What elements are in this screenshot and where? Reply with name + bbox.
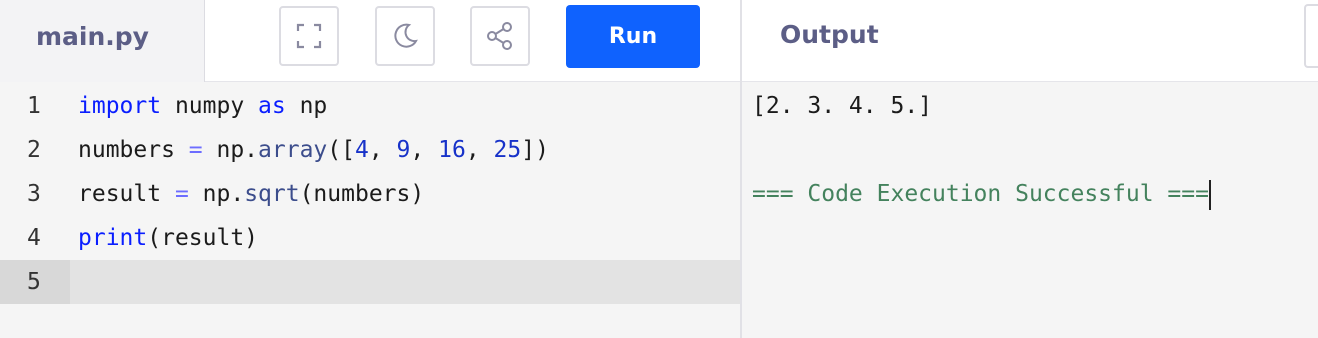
code-token: import (78, 93, 162, 119)
code-text: import numpy as np (78, 84, 327, 128)
code-token: = (188, 137, 203, 163)
code-token: sqrt (244, 181, 300, 207)
code-token: , (465, 137, 494, 163)
code-line[interactable]: 5 (0, 260, 740, 304)
code-token: 16 (438, 137, 466, 163)
code-token: ([ (327, 137, 355, 163)
code-token: 4 (354, 137, 369, 163)
editor-toolbar: main.py Run (0, 0, 740, 82)
fullscreen-button[interactable] (279, 6, 339, 66)
code-token: 25 (493, 137, 522, 163)
code-token: , (368, 137, 397, 163)
theme-toggle-button[interactable] (375, 6, 435, 66)
code-line[interactable]: 3 result = np.sqrt(numbers) (0, 172, 740, 216)
text-cursor (1208, 179, 1211, 210)
output-pane: Output [2. 3. 4. 5.] === Code Execution S… (740, 0, 1318, 338)
execution-status: === Code Execution Successful === (752, 172, 1211, 216)
code-token: as (258, 93, 286, 119)
share-button[interactable] (470, 6, 530, 66)
file-tab-main-py[interactable]: main.py (0, 0, 205, 82)
line-number: 1 (27, 93, 41, 119)
output-console: [2. 3. 4. 5.] === Code Execution Successf… (752, 84, 1211, 216)
code-token: , (410, 137, 439, 163)
share-icon (487, 22, 512, 50)
code-token: array (258, 137, 328, 163)
clear-button[interactable] (1304, 4, 1318, 68)
output-line: [2. 3. 4. 5.] (752, 84, 1211, 128)
code-token: numpy (161, 93, 259, 119)
code-token: = (174, 181, 189, 207)
output-text: [2. 3. 4. 5.] (752, 93, 933, 119)
output-header: Output (742, 0, 1318, 82)
code-text: print(result) (78, 216, 258, 260)
code-editor[interactable]: 1 import numpy as np 2 numbers = np.array([… (0, 84, 740, 304)
line-number: 4 (27, 225, 41, 251)
code-text: numbers = np.array([4, 9, 16, 25]) (78, 128, 549, 172)
code-line[interactable]: 2 numbers = np.array([4, 9, 16, 25]) (0, 128, 740, 172)
code-token: ]) (521, 137, 549, 163)
code-token: np (285, 93, 328, 119)
code-text: result = np.sqrt(numbers) (78, 172, 424, 216)
code-token: np. (188, 181, 245, 207)
fullscreen-icon (296, 23, 322, 49)
editor-pane: main.py Run 1 import numpy as np 2 numbers … (0, 0, 740, 338)
code-token: (result) (147, 225, 259, 251)
output-text: === Code Execution Successful === (752, 181, 1209, 207)
code-token: result (78, 181, 175, 207)
code-token: numbers (78, 137, 189, 163)
line-number: 3 (27, 181, 41, 207)
code-line[interactable]: 1 import numpy as np (0, 84, 740, 128)
line-number: 5 (0, 260, 70, 304)
code-token: 9 (396, 137, 411, 163)
code-token: print (78, 225, 148, 251)
code-token: (numbers) (299, 181, 425, 207)
run-button[interactable]: Run (566, 5, 700, 68)
file-tab-label: main.py (36, 22, 149, 51)
output-title: Output (780, 20, 879, 49)
code-token: np. (202, 137, 259, 163)
moon-icon (394, 23, 418, 48)
code-line[interactable]: 4 print(result) (0, 216, 740, 260)
line-number: 2 (27, 137, 41, 163)
